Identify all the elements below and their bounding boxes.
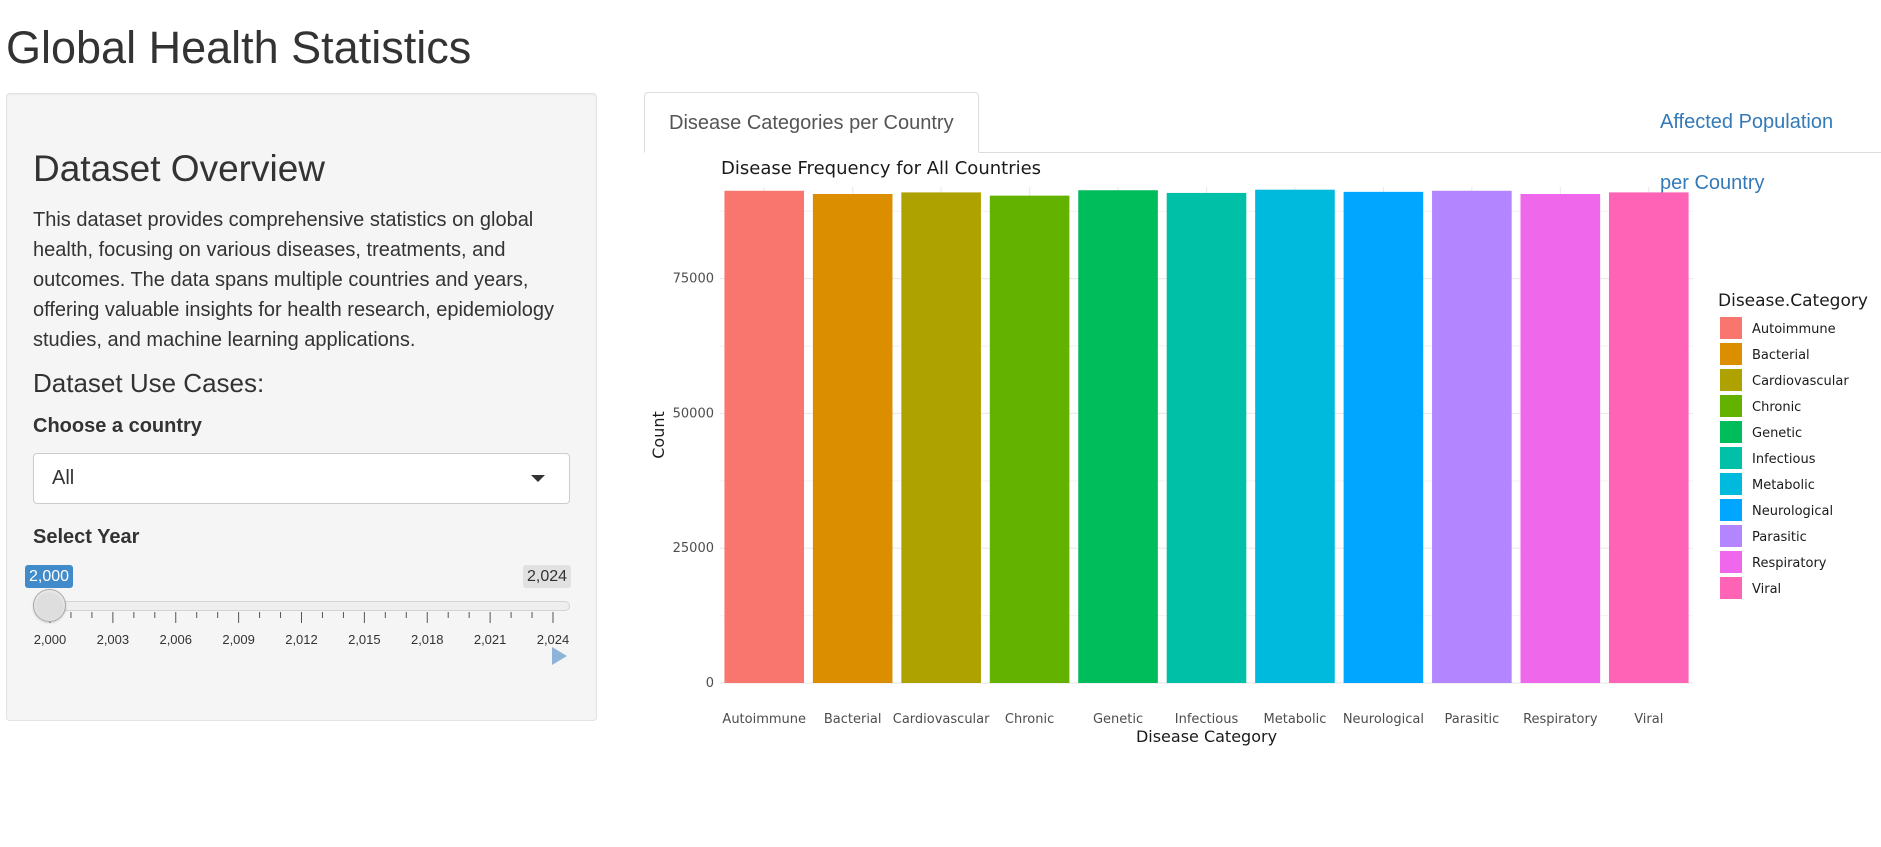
legend-swatch xyxy=(1720,421,1742,443)
legend-label: Respiratory xyxy=(1752,556,1827,571)
x-tick-label: Metabolic xyxy=(1264,712,1327,727)
bar-genetic xyxy=(1078,190,1158,683)
legend-swatch xyxy=(1720,525,1742,547)
legend-swatch xyxy=(1720,473,1742,495)
legend-label: Genetic xyxy=(1752,426,1802,441)
bar-bacterial xyxy=(812,194,893,683)
chart-title: Disease Frequency for All Countries xyxy=(721,158,1041,179)
bar-respiratory xyxy=(1520,194,1601,683)
legend-label: Chronic xyxy=(1752,400,1801,415)
legend-label: Cardiovascular xyxy=(1752,374,1849,389)
x-tick-label: Neurological xyxy=(1343,712,1424,727)
legend-swatch xyxy=(1720,447,1742,469)
bar-chronic xyxy=(989,195,1070,683)
legend-label: Viral xyxy=(1752,582,1781,597)
legend-swatch xyxy=(1720,499,1742,521)
legend: Disease.Category Autoimmune Bacterial Cardi… xyxy=(1718,291,1868,599)
x-tick-label: Autoimmune xyxy=(722,712,806,727)
x-tick-label: Parasitic xyxy=(1444,712,1499,727)
x-tick-label: Viral xyxy=(1634,712,1663,727)
y-axis-label: Count xyxy=(649,411,668,459)
bar-cardiovascular xyxy=(901,192,981,684)
bar-metabolic xyxy=(1255,189,1335,683)
x-tick-label: Cardiovascular xyxy=(893,712,990,727)
x-tick-label: Respiratory xyxy=(1523,712,1598,727)
legend-swatch xyxy=(1720,343,1742,365)
legend-label: Parasitic xyxy=(1752,530,1807,545)
legend-label: Autoimmune xyxy=(1752,322,1836,337)
y-tick-label: 0 xyxy=(706,676,714,691)
legend-label: Metabolic xyxy=(1752,478,1815,493)
x-tick-label: Genetic xyxy=(1093,712,1143,727)
y-tick-label: 75000 xyxy=(673,272,714,287)
bar-infectious xyxy=(1166,192,1247,684)
y-tick-label: 25000 xyxy=(673,541,714,556)
x-tick-label: Infectious xyxy=(1175,712,1239,727)
legend-swatch xyxy=(1720,369,1742,391)
legend-title: Disease.Category xyxy=(1718,291,1868,311)
bar-autoimmune xyxy=(724,190,805,683)
bar-neurological xyxy=(1343,191,1424,683)
legend-swatch xyxy=(1720,577,1742,599)
disease-frequency-chart: 0 25000 50000 75000 Autoimmune Bacterial Cardi… xyxy=(649,158,1868,746)
legend-label: Neurological xyxy=(1752,504,1833,519)
x-tick-label: Chronic xyxy=(1005,712,1054,727)
legend-swatch xyxy=(1720,317,1742,339)
x-axis-label: Disease Category xyxy=(1136,727,1277,746)
bar-viral xyxy=(1608,192,1689,684)
bar-parasitic xyxy=(1432,190,1512,683)
legend-swatch xyxy=(1720,551,1742,573)
legend-swatch xyxy=(1720,395,1742,417)
legend-label: Infectious xyxy=(1752,452,1816,467)
x-tick-label: Bacterial xyxy=(824,712,882,727)
legend-label: Bacterial xyxy=(1752,348,1810,363)
y-tick-label: 50000 xyxy=(673,406,714,421)
